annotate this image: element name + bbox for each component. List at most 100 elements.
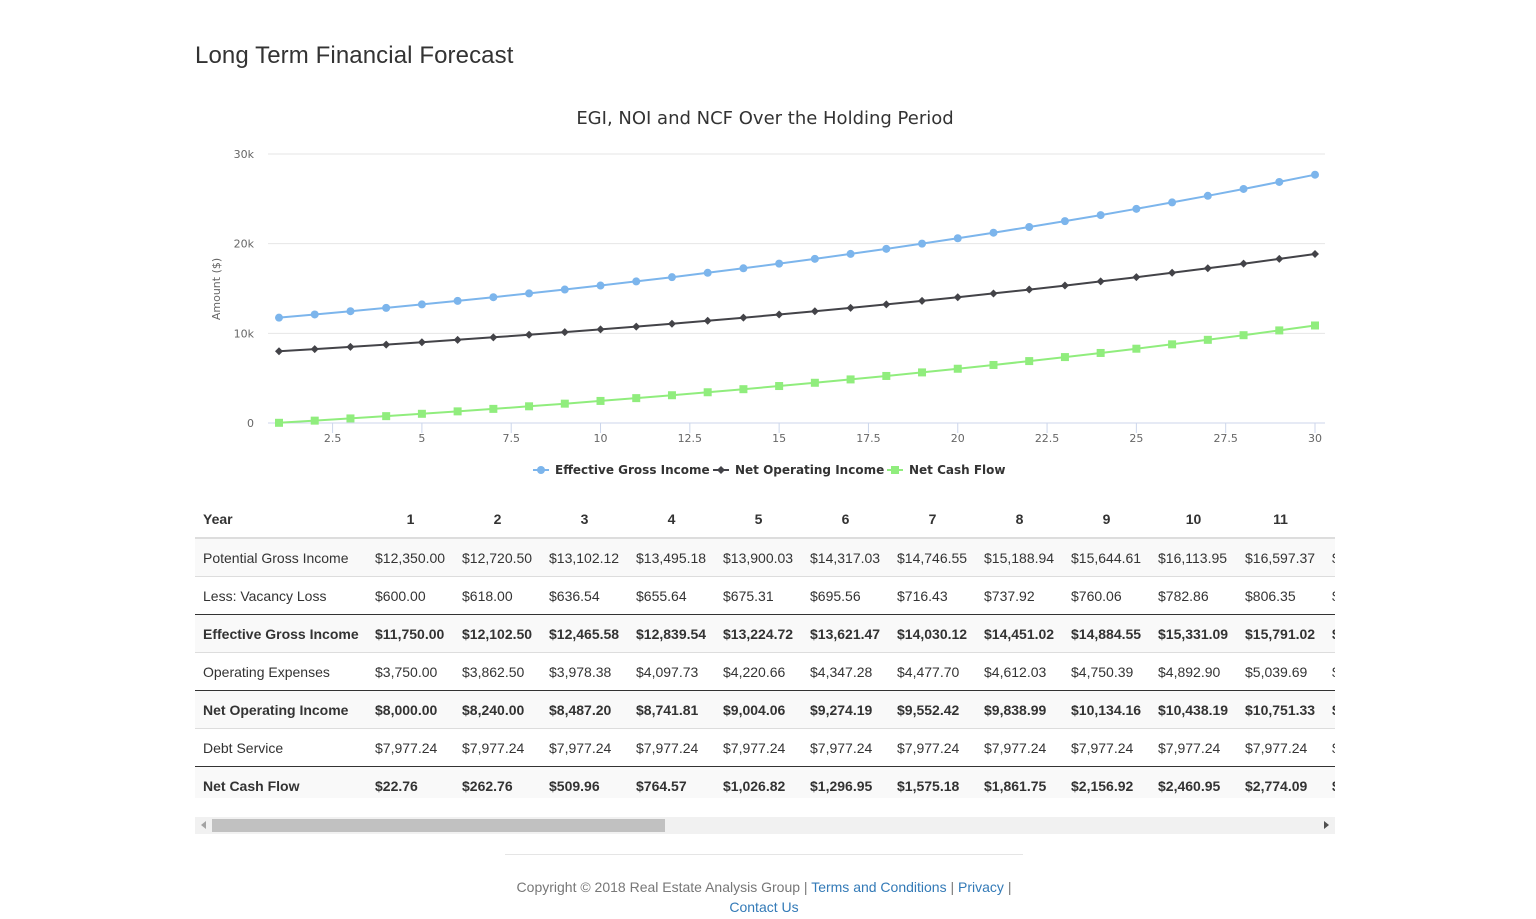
data-point-egi <box>1239 184 1248 193</box>
series-line-egi <box>278 173 1316 319</box>
table-cell: $1,026.82 <box>723 777 786 794</box>
data-point-ncf <box>810 378 819 387</box>
privacy-link[interactable]: Privacy <box>958 879 1004 895</box>
data-point-noi <box>882 300 891 309</box>
data-point-egi <box>632 277 641 286</box>
year-column-header: 5 <box>754 510 763 527</box>
table-cell: $ <box>1324 691 1335 729</box>
table-cell: $12,350.00 <box>375 549 446 566</box>
data-point-egi <box>1060 217 1069 226</box>
data-point-ncf <box>953 364 962 373</box>
y-tick-label: 20k <box>234 238 255 251</box>
table-cell: $7,977.24 <box>1245 739 1308 756</box>
legend-item-egi[interactable]: Effective Gross Income <box>533 463 710 477</box>
table-cell: $16,597.37 <box>1245 549 1316 566</box>
data-point-egi <box>953 234 962 243</box>
contact-link[interactable]: Contact Us <box>729 899 798 915</box>
data-point-noi <box>810 307 819 316</box>
table-cell: $ <box>1324 767 1335 799</box>
table-cell: $12,102.50 <box>462 625 533 642</box>
table-cell: $8,240.00 <box>462 701 525 718</box>
table-header-row: Year 123456789101112 <box>195 500 1335 538</box>
table-cell: $600.00 <box>375 587 426 604</box>
year-column-header: 10 <box>1185 510 1202 527</box>
row-label: Operating Expenses <box>203 663 330 680</box>
table-cell: $7,977.24 <box>897 739 960 756</box>
data-point-egi <box>1168 198 1177 207</box>
data-point-egi <box>1275 177 1284 186</box>
table-cell: $15,644.61 <box>1071 549 1142 566</box>
table-cell: $7,977.24 <box>375 739 438 756</box>
data-point-ncf <box>1311 321 1319 330</box>
table-row: Potential Gross Income $12,350.00 $12,720.… <box>195 538 1335 577</box>
data-point-noi <box>417 338 426 347</box>
table-cell: $7,977.24 <box>1158 739 1221 756</box>
x-tick-label: 27.5 <box>1213 432 1238 445</box>
x-tick-label: 2.5 <box>324 432 342 445</box>
table-cell: $695.56 <box>810 587 861 604</box>
table-cell: $8,487.20 <box>549 701 612 718</box>
data-point-egi <box>703 268 712 277</box>
data-point-egi <box>453 296 462 305</box>
scrollbar-thumb[interactable] <box>212 819 665 832</box>
table-cell: $15,791.02 <box>1245 625 1316 642</box>
series-egi <box>275 170 1319 322</box>
data-point-egi <box>989 228 998 237</box>
row-label: Debt Service <box>203 739 284 756</box>
chart-title: EGI, NOI and NCF Over the Holding Period <box>576 108 953 129</box>
data-point-egi <box>775 259 784 268</box>
data-point-noi <box>775 310 784 319</box>
y-tick-label: 0 <box>247 417 254 430</box>
table-cell: $13,102.12 <box>549 549 620 566</box>
legend-label: Effective Gross Income <box>555 463 710 477</box>
table-cell: $7,977.24 <box>810 739 873 756</box>
data-point-ncf <box>918 368 927 377</box>
data-point-ncf <box>989 360 998 369</box>
x-tick-label: 12.5 <box>678 432 703 445</box>
scroll-right-arrow-icon[interactable] <box>1324 821 1329 829</box>
scroll-left-arrow-icon[interactable] <box>201 821 206 829</box>
legend-item-ncf[interactable]: Net Cash Flow <box>887 463 1006 477</box>
data-point-noi <box>1203 264 1212 273</box>
table-cell: $509.96 <box>549 777 600 794</box>
table-cell: $760.06 <box>1071 587 1122 604</box>
table-cell: $9,004.06 <box>723 701 786 718</box>
table-cell: $10,751.33 <box>1245 701 1316 718</box>
year-column-header: 8 <box>1015 510 1024 527</box>
data-point-noi <box>989 289 998 298</box>
data-point-egi <box>1311 170 1319 179</box>
table-cell: $13,621.47 <box>810 625 881 642</box>
data-point-ncf <box>775 382 784 391</box>
legend-item-noi[interactable]: Net Operating Income <box>713 463 884 477</box>
table-cell: $10,134.16 <box>1071 701 1142 718</box>
data-point-egi <box>846 249 855 258</box>
forecast-table: Year 123456789101112 Potential Gross Inc… <box>195 500 1335 798</box>
data-point-ncf <box>489 404 498 413</box>
data-point-ncf <box>382 412 391 421</box>
table-row: Net Cash Flow $22.76 $262.76 $509.96 $764.57… <box>195 766 1335 799</box>
table-cell: $11,750.00 <box>375 625 445 642</box>
data-point-ncf <box>453 407 462 416</box>
y-axis-label: Amount ($) <box>210 258 223 320</box>
footer-separator: | <box>950 879 955 895</box>
x-tick-label: 30 <box>1308 432 1322 445</box>
data-point-noi <box>667 319 676 328</box>
terms-link[interactable]: Terms and Conditions <box>811 879 946 895</box>
table-cell: $4,892.90 <box>1158 663 1221 680</box>
horizontal-scrollbar[interactable] <box>195 817 1335 834</box>
data-point-egi <box>1203 191 1212 200</box>
table-cell: $22.76 <box>375 777 418 794</box>
table-cell: $16,113.95 <box>1158 549 1228 566</box>
x-tick-label: 20 <box>951 432 965 445</box>
legend-marker-icon <box>891 466 899 474</box>
data-point-egi <box>918 239 927 248</box>
data-point-noi <box>525 330 534 339</box>
chart-legend[interactable]: Effective Gross Income Net Operating Inco… <box>533 463 1006 477</box>
table-cell: $4,097.73 <box>636 663 699 680</box>
chart-series <box>275 170 1319 427</box>
data-point-ncf <box>1239 331 1248 340</box>
data-point-noi <box>489 333 498 342</box>
footer-divider <box>505 854 1023 855</box>
data-point-ncf <box>525 402 534 411</box>
data-point-egi <box>525 289 534 298</box>
